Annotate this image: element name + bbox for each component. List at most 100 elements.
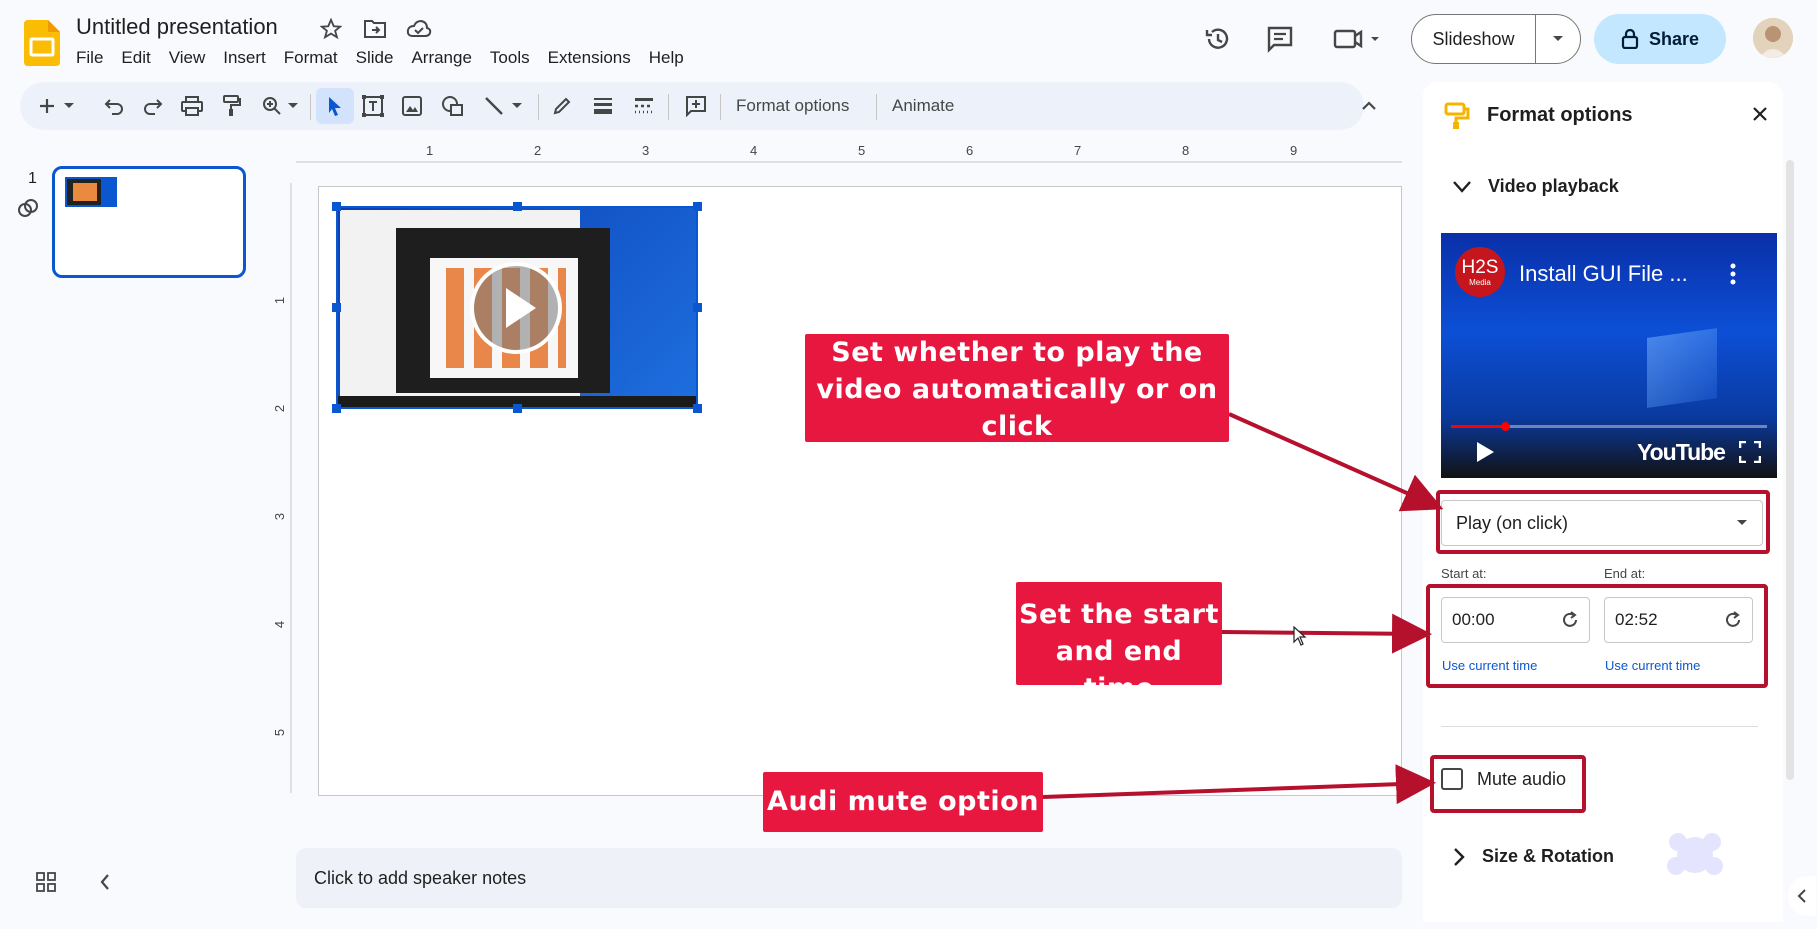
slideshow-dropdown-icon[interactable] [1536,34,1580,44]
channel-badge-sub: Media [1469,277,1491,287]
menu-insert[interactable]: Insert [223,46,274,70]
yt-play-icon[interactable] [1475,441,1495,468]
vertical-ruler-labels: 1 2 3 4 5 [272,183,292,793]
thumbnail-video-preview [65,177,117,207]
video-object[interactable] [332,202,702,413]
zoom-dropdown-icon[interactable] [286,94,300,118]
line-icon[interactable] [482,94,506,118]
slides-logo[interactable] [24,20,60,66]
ruler-tick-label: 2 [534,143,542,158]
slide-thumbnail[interactable] [52,166,246,278]
ruler-tick-label: 5 [858,143,866,158]
animate-button[interactable]: Animate [892,96,954,116]
slide-number: 1 [28,170,37,187]
youtube-preview[interactable]: H2S Media Install GUI File ... YouTube [1441,233,1777,478]
menu-help[interactable]: Help [649,46,692,70]
ruler-tick-label: 3 [272,512,288,521]
menu-extensions[interactable]: Extensions [548,46,639,70]
watermark-icon [1666,828,1724,887]
channel-avatar[interactable]: H2S Media [1455,247,1505,297]
youtube-logo[interactable]: YouTube [1637,439,1726,466]
text-box-icon[interactable] [360,94,386,118]
callout-mute-audio: Audi mute option [763,772,1043,832]
redo-icon[interactable] [141,94,165,118]
format-options-button[interactable]: Format options [736,96,849,116]
move-folder-icon[interactable] [362,16,388,42]
panel-divider [1441,726,1758,727]
callout-start-end-time: Set the start and end time [1016,582,1222,704]
line-dropdown-icon[interactable] [510,94,524,118]
lock-icon [1621,29,1639,49]
meet-icon[interactable] [1333,24,1383,54]
menu-file[interactable]: File [76,46,111,70]
new-slide-icon[interactable] [36,94,58,118]
chevron-down-icon [1453,180,1471,193]
highlight-mute-audio [1430,755,1586,813]
ruler-tick-label: 1 [272,296,288,305]
select-tool-icon[interactable] [316,88,354,124]
panel-scrollbar[interactable] [1786,160,1794,780]
size-rotation-section-header[interactable]: Size & Rotation [1452,846,1614,867]
shape-icon[interactable] [440,94,466,118]
more-options-icon[interactable] [1729,263,1737,290]
ruler-tick-label: 8 [1182,143,1190,158]
add-comment-icon[interactable] [684,94,708,118]
ruler-tick-label: 2 [272,404,288,413]
menu-bar: File Edit View Insert Format Slide Arran… [76,46,702,70]
collapse-toolbar-icon[interactable] [1358,94,1380,118]
horizontal-ruler-labels: 1 2 3 4 5 6 7 8 9 [296,143,1402,163]
end-at-label: End at: [1604,566,1646,581]
chevron-right-icon [1454,847,1465,866]
undo-icon[interactable] [102,94,126,118]
fullscreen-icon[interactable] [1738,440,1762,468]
grid-view-icon[interactable] [36,872,56,897]
avatar[interactable] [1753,18,1793,58]
menu-arrange[interactable]: Arrange [411,46,479,70]
share-button[interactable]: Share [1594,14,1726,64]
close-icon[interactable] [1752,106,1768,127]
ruler-tick-label: 4 [750,143,758,158]
print-icon[interactable] [180,94,204,118]
star-icon[interactable] [318,16,344,42]
collapse-filmstrip-icon[interactable] [98,872,112,897]
zoom-icon[interactable] [260,94,284,118]
new-slide-dropdown-icon[interactable] [62,94,76,118]
video-playback-section-header[interactable]: Video playback [1452,176,1619,197]
size-rotation-label: Size & Rotation [1482,846,1615,866]
border-dash-icon[interactable] [632,94,656,118]
ruler-tick-label: 4 [272,620,288,629]
menu-tools[interactable]: Tools [490,46,538,70]
slideshow-label[interactable]: Slideshow [1412,15,1536,63]
format-options-icon [1444,102,1470,135]
document-title[interactable]: Untitled presentation [76,14,278,40]
border-weight-icon[interactable] [591,94,615,118]
menu-slide[interactable]: Slide [356,46,402,70]
ruler-tick-label: 6 [966,143,974,158]
start-at-label: Start at: [1441,566,1487,581]
callout-playback-mode: Set whether to play the video automatica… [805,334,1229,442]
highlight-playback-select [1436,490,1770,554]
share-label: Share [1648,28,1700,49]
toolbar: Format options Animate [20,82,1376,130]
cloud-saved-icon[interactable] [406,16,432,42]
ruler-tick-label: 5 [272,728,288,737]
side-panel-toggle-icon[interactable] [1788,876,1816,916]
video-playback-label: Video playback [1488,176,1619,196]
border-color-icon[interactable] [550,94,574,118]
slideshow-button[interactable]: Slideshow [1411,14,1581,64]
paint-format-icon[interactable] [220,94,244,118]
insert-image-icon[interactable] [400,94,424,118]
ruler-tick-label: 3 [642,143,650,158]
mouse-cursor-icon [1293,625,1307,651]
comments-icon[interactable] [1265,24,1295,54]
menu-view[interactable]: View [169,46,214,70]
video-title: Install GUI File ... [1519,261,1688,286]
version-history-icon[interactable] [1203,24,1233,54]
menu-format[interactable]: Format [284,46,346,70]
panel-title: Format options [1487,104,1633,126]
menu-edit[interactable]: Edit [121,46,158,70]
ruler-tick-label: 9 [1290,143,1298,158]
channel-badge: H2S [1461,256,1499,278]
linked-object-icon [16,196,40,225]
speaker-notes[interactable]: Click to add speaker notes [296,848,1402,908]
